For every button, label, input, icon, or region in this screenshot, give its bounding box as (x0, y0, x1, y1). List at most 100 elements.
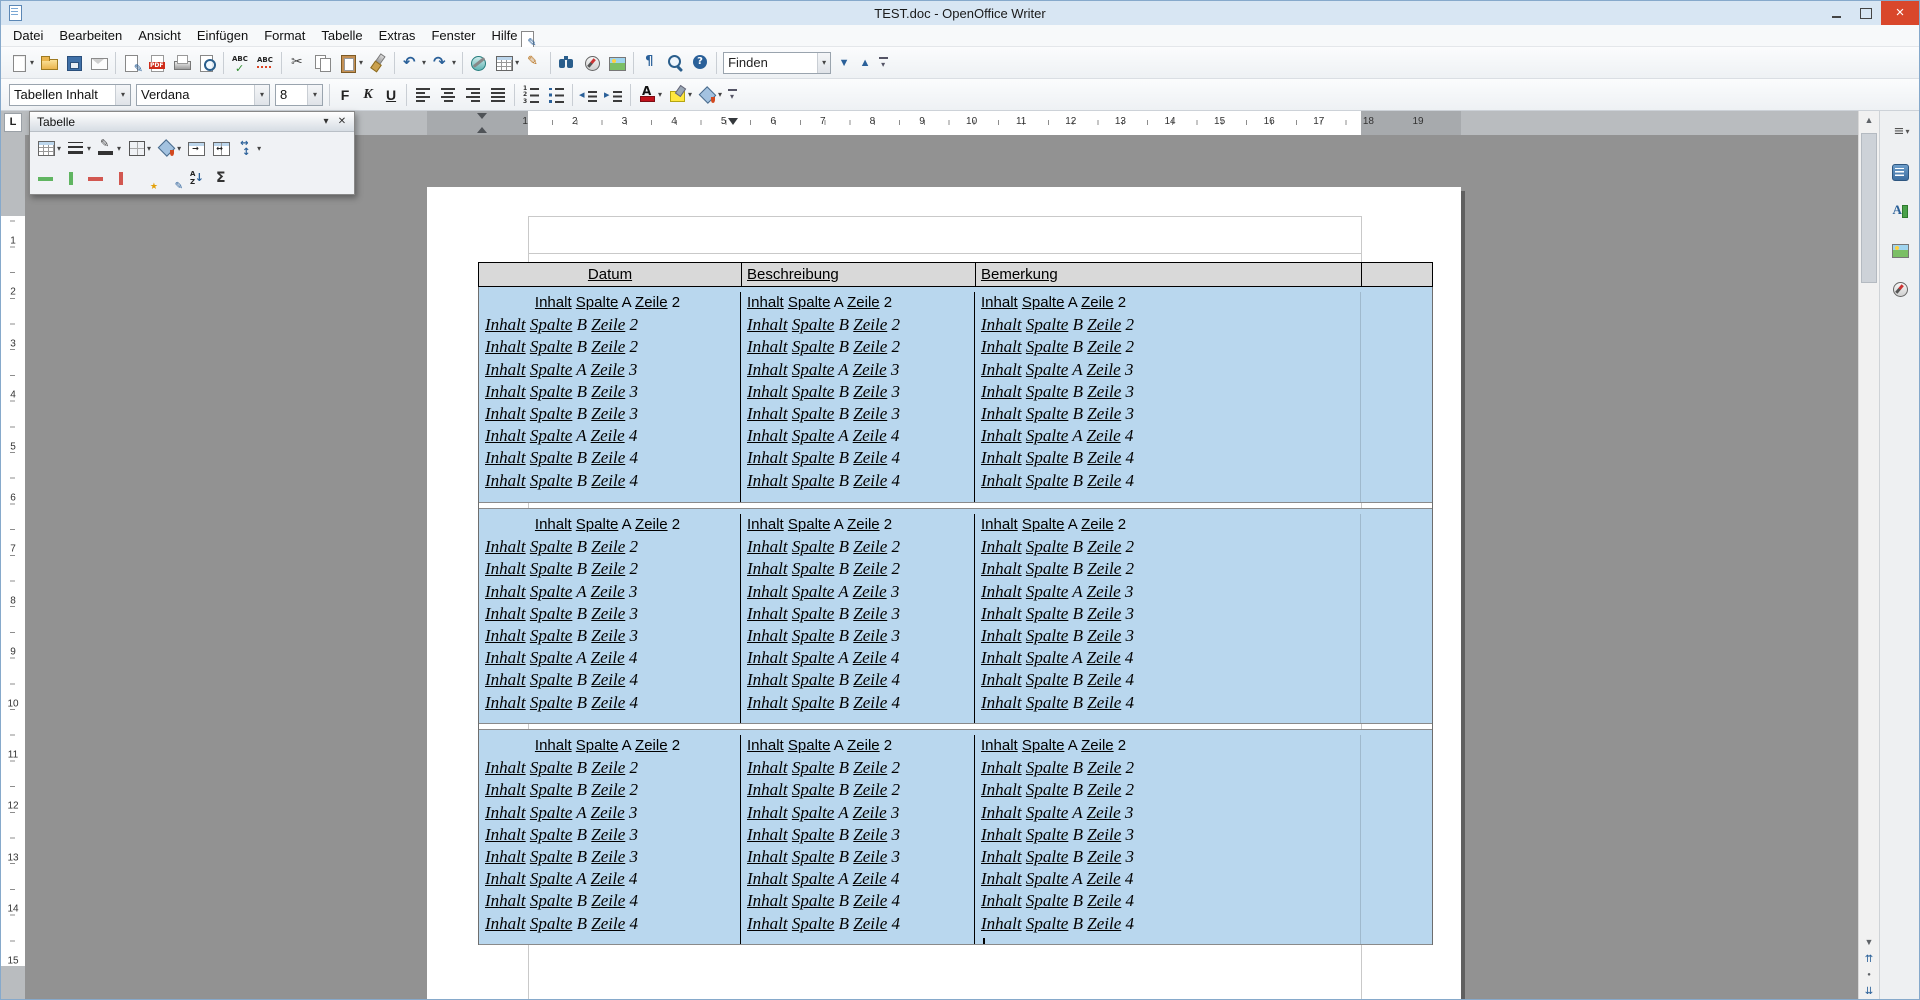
line-style-button[interactable]: ▾ (64, 135, 93, 161)
delete-column-button[interactable] (109, 166, 133, 192)
sum-button[interactable] (209, 166, 233, 192)
toolbar-options-button[interactable] (725, 83, 739, 107)
save-button[interactable] (62, 50, 86, 76)
draw-functions-button[interactable] (522, 50, 546, 76)
page-preview-button[interactable] (195, 50, 219, 76)
table-header-cell[interactable]: Bemerkung (975, 263, 1361, 286)
table-cell-empty[interactable] (1360, 292, 1432, 502)
indent-marker[interactable] (477, 113, 487, 133)
chevron-down-icon[interactable]: ▾ (688, 90, 692, 99)
edit-file-button[interactable] (120, 50, 144, 76)
chevron-down-icon[interactable]: ▾ (658, 90, 662, 99)
export-pdf-button[interactable] (145, 50, 169, 76)
background-color-button[interactable]: ▾ (695, 82, 724, 108)
menu-item-bearbeiten[interactable]: Bearbeiten (51, 25, 130, 47)
chevron-down-icon[interactable]: ▾ (718, 90, 722, 99)
vertical-ruler[interactable]: 123456789101112131415 (1, 135, 25, 999)
close-button[interactable]: × (1881, 1, 1919, 25)
font-name-combo[interactable]: Verdana ▾ (136, 84, 270, 106)
chevron-down-icon[interactable]: ▾ (177, 144, 181, 153)
delete-row-button[interactable] (84, 166, 108, 192)
merge-cells-button[interactable] (184, 135, 208, 161)
paragraph-style-combo[interactable]: Tabellen Inhalt ▾ (9, 84, 131, 106)
table-properties-button[interactable] (159, 166, 183, 192)
sort-button[interactable] (184, 166, 208, 192)
menu-item-ansicht[interactable]: Ansicht (130, 25, 189, 47)
find-combobox[interactable]: ▾ (723, 52, 831, 74)
chevron-down-icon[interactable]: ▾ (117, 144, 121, 153)
decrease-indent-button[interactable] (577, 82, 601, 108)
font-size-combo[interactable]: 8 ▾ (275, 84, 323, 106)
auto-spellcheck-button[interactable] (253, 50, 277, 76)
spellcheck-button[interactable] (228, 50, 252, 76)
align-right-button[interactable] (461, 82, 485, 108)
menu-item-extras[interactable]: Extras (371, 25, 424, 47)
toolbar-menu-button[interactable]: ▾ (318, 114, 334, 130)
gallery-button[interactable] (605, 50, 629, 76)
align-center-button[interactable] (436, 82, 460, 108)
insert-column-button[interactable] (59, 166, 83, 192)
format-paintbrush-button[interactable] (366, 50, 390, 76)
split-cells-button[interactable] (209, 135, 233, 161)
print-button[interactable] (170, 50, 194, 76)
find-next-button[interactable]: ▼ (834, 51, 854, 75)
chevron-down-icon[interactable]: ▾ (307, 85, 322, 105)
help-button[interactable] (688, 50, 712, 76)
table-button[interactable]: ▾ (34, 135, 63, 161)
align-left-button[interactable] (411, 82, 435, 108)
minimize-button[interactable] (1821, 1, 1851, 25)
scroll-down-button[interactable]: ▼ (1859, 933, 1879, 951)
styles-button[interactable] (1888, 199, 1912, 223)
navigator-button[interactable] (1888, 277, 1912, 301)
table-cell[interactable]: Inhalt Spalte A Zeile 2Inhalt Spalte B Z… (479, 735, 740, 944)
table-cell[interactable]: Inhalt Spalte A Zeile 2Inhalt Spalte B Z… (974, 514, 1360, 723)
nonprinting-characters-button[interactable] (638, 50, 662, 76)
table-cell[interactable]: Inhalt Spalte A Zeile 2Inhalt Spalte B Z… (740, 292, 974, 502)
chevron-down-icon[interactable]: ▾ (57, 144, 61, 153)
bold-button[interactable]: F (334, 82, 356, 108)
menu-item-tabelle[interactable]: Tabelle (313, 25, 370, 47)
chevron-down-icon[interactable]: ▾ (422, 58, 426, 67)
table-cell-empty[interactable] (1360, 514, 1432, 723)
maximize-button[interactable] (1851, 1, 1881, 25)
table-toolbar-titlebar[interactable]: Tabelle ▾ ✕ (30, 112, 354, 132)
chevron-down-icon[interactable]: ▾ (452, 58, 456, 67)
chevron-down-icon[interactable]: ▾ (359, 58, 363, 67)
background-color-button[interactable]: ▾ (154, 135, 183, 161)
toolbar-options-button[interactable] (876, 51, 890, 75)
highlighting-button[interactable]: ▾ (665, 82, 694, 108)
table-cell[interactable]: Inhalt Spalte A Zeile 2Inhalt Spalte B Z… (974, 735, 1360, 944)
font-color-button[interactable]: ▾ (635, 82, 664, 108)
numbered-list-button[interactable] (519, 82, 543, 108)
autoformat-button[interactable] (134, 166, 158, 192)
italic-button[interactable]: K (357, 82, 379, 108)
gallery-button[interactable] (1888, 238, 1912, 262)
menu-item-fenster[interactable]: Fenster (423, 25, 483, 47)
email-button[interactable] (87, 50, 111, 76)
next-page-button[interactable]: ⇊ (1859, 983, 1879, 999)
new-document-button[interactable]: ▾ (7, 50, 36, 76)
properties-button[interactable] (1888, 160, 1912, 184)
table-cell[interactable]: Inhalt Spalte A Zeile 2Inhalt Spalte B Z… (740, 735, 974, 944)
table-toolbar-window[interactable]: Tabelle ▾ ✕ ▾▾▾▾▾▾ (29, 111, 355, 195)
chevron-down-icon[interactable]: ▾ (147, 144, 151, 153)
close-icon[interactable]: ✕ (334, 114, 350, 130)
underline-button[interactable]: U (380, 82, 402, 108)
redo-button[interactable]: ▾ (429, 50, 458, 76)
cut-button[interactable] (286, 50, 310, 76)
justify-button[interactable] (486, 82, 510, 108)
find-input[interactable] (728, 55, 814, 70)
chevron-down-icon[interactable]: ▾ (254, 85, 269, 105)
bullet-list-button[interactable] (544, 82, 568, 108)
table-header-cell-empty[interactable] (1361, 263, 1432, 286)
optimize-button[interactable]: ▾ (234, 135, 263, 161)
insert-row-button[interactable] (34, 166, 58, 192)
chevron-down-icon[interactable]: ▾ (515, 58, 519, 67)
document-table[interactable]: DatumBeschreibungBemerkung Inhalt Spalte… (478, 262, 1433, 945)
increase-indent-button[interactable] (602, 82, 626, 108)
find-replace-button[interactable] (555, 50, 579, 76)
tab-stop-selector[interactable]: L (4, 113, 22, 132)
zoom-button[interactable] (663, 50, 687, 76)
table-cell[interactable]: Inhalt Spalte A Zeile 2Inhalt Spalte B Z… (479, 292, 740, 502)
menu-item-format[interactable]: Format (256, 25, 313, 47)
